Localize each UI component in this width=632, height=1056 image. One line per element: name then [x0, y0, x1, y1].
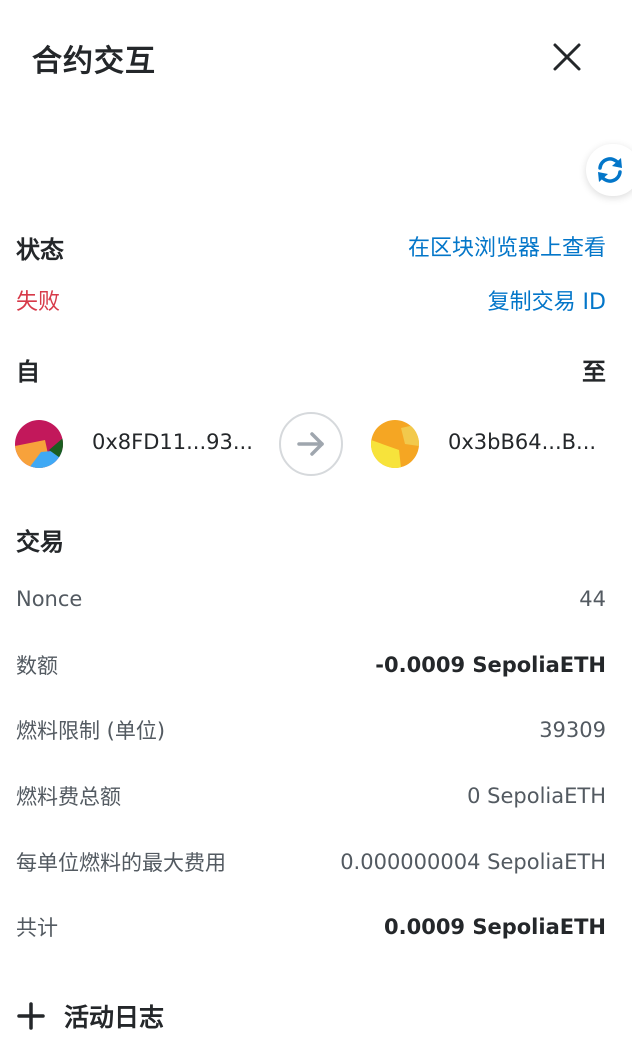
tx-label: Nonce: [16, 587, 83, 611]
tx-value: 0.000000004 SepoliaETH: [340, 850, 606, 874]
tx-row-amount: 数额 -0.0009 SepoliaETH: [16, 650, 606, 680]
view-on-explorer-link[interactable]: 在区块浏览器上查看: [408, 230, 606, 262]
refresh-icon: [598, 157, 622, 183]
arrow-right-icon: [297, 432, 324, 456]
tx-value: 0 SepoliaETH: [467, 784, 606, 808]
activity-log-label: 活动日志: [64, 1003, 165, 1032]
to-label: 至: [582, 358, 606, 386]
plus-icon: [17, 1002, 45, 1030]
transfer-arrow: [279, 412, 343, 476]
transaction-heading-row: 交易: [16, 522, 606, 556]
tx-value: 44: [579, 587, 606, 611]
refresh-button[interactable]: [586, 144, 632, 196]
from-to-labels: 自 至: [16, 352, 606, 386]
to-address[interactable]: 0x3bB64...B...: [448, 430, 596, 454]
to-avatar: [371, 420, 419, 468]
tx-label: 每单位燃料的最大费用: [16, 851, 226, 875]
transaction-heading: 交易: [16, 528, 64, 556]
dialog-header: 合约交互: [0, 0, 632, 112]
close-button[interactable]: [548, 38, 586, 76]
tx-value: -0.0009 SepoliaETH: [375, 653, 606, 677]
tx-label: 燃料限制 (单位): [16, 719, 166, 743]
tx-row-gas-fee-total: 燃料费总额 0 SepoliaETH: [16, 781, 606, 811]
close-icon: [553, 43, 581, 71]
status-row: 状态 在区块浏览器上查看: [16, 230, 606, 264]
page-title: 合约交互: [32, 44, 156, 79]
status-badge: 失败: [16, 290, 61, 315]
tx-row-nonce: Nonce 44: [16, 584, 606, 614]
copy-transaction-id-link[interactable]: 复制交易 ID: [488, 284, 606, 316]
tx-value: 0.0009 SepoliaETH: [384, 915, 606, 939]
from-label: 自: [16, 358, 40, 386]
tx-row-total: 共计 0.0009 SepoliaETH: [16, 912, 606, 942]
from-avatar: [15, 420, 63, 468]
status-value-row: 失败 复制交易 ID: [16, 284, 606, 318]
status-label: 状态: [16, 236, 64, 264]
from-address[interactable]: 0x8FD11...93...: [92, 430, 253, 454]
tx-label: 燃料费总额: [16, 785, 121, 809]
tx-row-gas-limit: 燃料限制 (单位) 39309: [16, 715, 606, 745]
tx-row-max-fee-per-gas: 每单位燃料的最大费用 0.000000004 SepoliaETH: [16, 847, 606, 877]
activity-log-toggle[interactable]: 活动日志: [16, 998, 164, 1034]
tx-label: 数额: [16, 654, 58, 678]
tx-label: 共计: [16, 916, 58, 940]
tx-value: 39309: [539, 718, 606, 742]
